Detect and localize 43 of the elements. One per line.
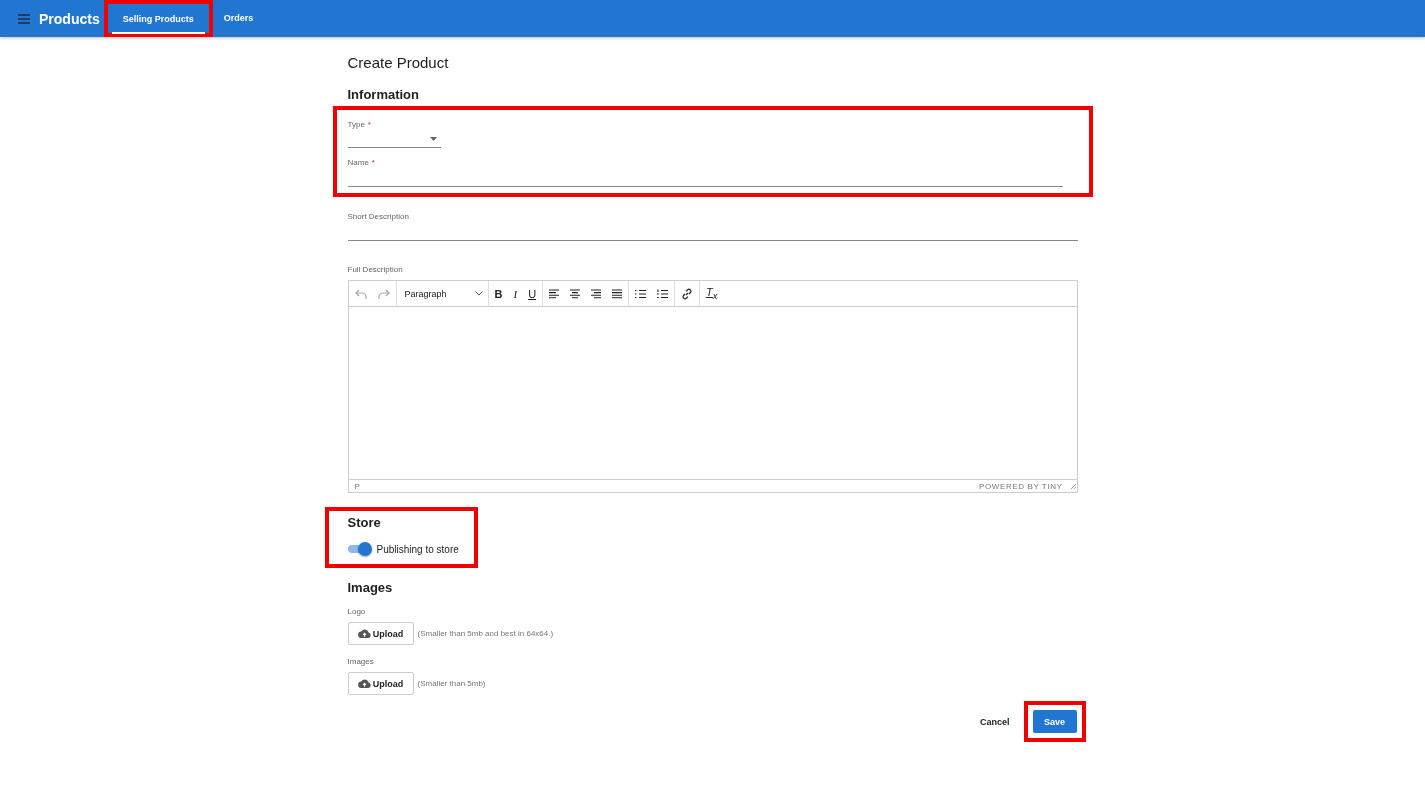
bullet-list-icon[interactable] (635, 288, 647, 299)
save-button[interactable]: Save (1032, 710, 1077, 733)
branding-label: POWERED BY TINY (979, 481, 1063, 491)
nav-tab[interactable]: Orders (216, 3, 261, 34)
required-mark: * (371, 158, 375, 167)
align-center-icon[interactable] (570, 288, 581, 299)
upload-button[interactable]: Upload (347, 622, 414, 645)
dropdown-caret-icon[interactable] (429, 137, 437, 141)
field-label: Short Description (347, 212, 409, 221)
menu-icon[interactable] (18, 13, 30, 24)
link-icon[interactable] (681, 287, 694, 300)
field-label: Type (347, 120, 365, 129)
italic-button[interactable]: I (513, 287, 518, 300)
block-format-dropdown[interactable]: Paragraph (396, 288, 488, 299)
element-path: P (354, 481, 361, 491)
page-title: Create Product (347, 54, 450, 71)
section-heading: Images (347, 580, 394, 595)
nav-tab[interactable]: Selling Products (111, 3, 205, 34)
justify-icon[interactable] (612, 288, 623, 299)
cloud-upload-icon[interactable] (357, 679, 371, 688)
toggle-switch[interactable] (347, 542, 372, 556)
cloud-upload-icon[interactable] (357, 629, 371, 638)
bold-button[interactable]: B (494, 287, 503, 300)
cancel-button[interactable]: Cancel (974, 715, 1016, 728)
field-label: Logo (347, 607, 367, 616)
field-label: Name (347, 158, 369, 167)
section-heading: Information (347, 87, 420, 102)
chevron-down-icon[interactable] (474, 291, 483, 296)
app-title: Products (39, 10, 100, 27)
underline-button[interactable]: U (528, 287, 537, 300)
upload-hint: (Smaller than 5mb) (417, 679, 486, 688)
align-right-icon[interactable] (591, 288, 602, 299)
resize-handle-icon[interactable] (1069, 483, 1076, 489)
align-left-icon[interactable] (549, 288, 560, 299)
field-label: Full Description (347, 265, 404, 274)
toggle-label: Publishing to store (376, 543, 459, 555)
numbered-list-icon[interactable] (657, 288, 669, 299)
required-mark: * (367, 120, 371, 129)
field-label: Images (347, 657, 375, 666)
upload-hint: (Smaller than 5mb and best in 64x64.) (417, 629, 554, 638)
upload-button[interactable]: Upload (347, 672, 414, 695)
clear-formatting-button[interactable]: T$_{x}$ (706, 285, 718, 302)
section-heading: Store (347, 515, 382, 530)
